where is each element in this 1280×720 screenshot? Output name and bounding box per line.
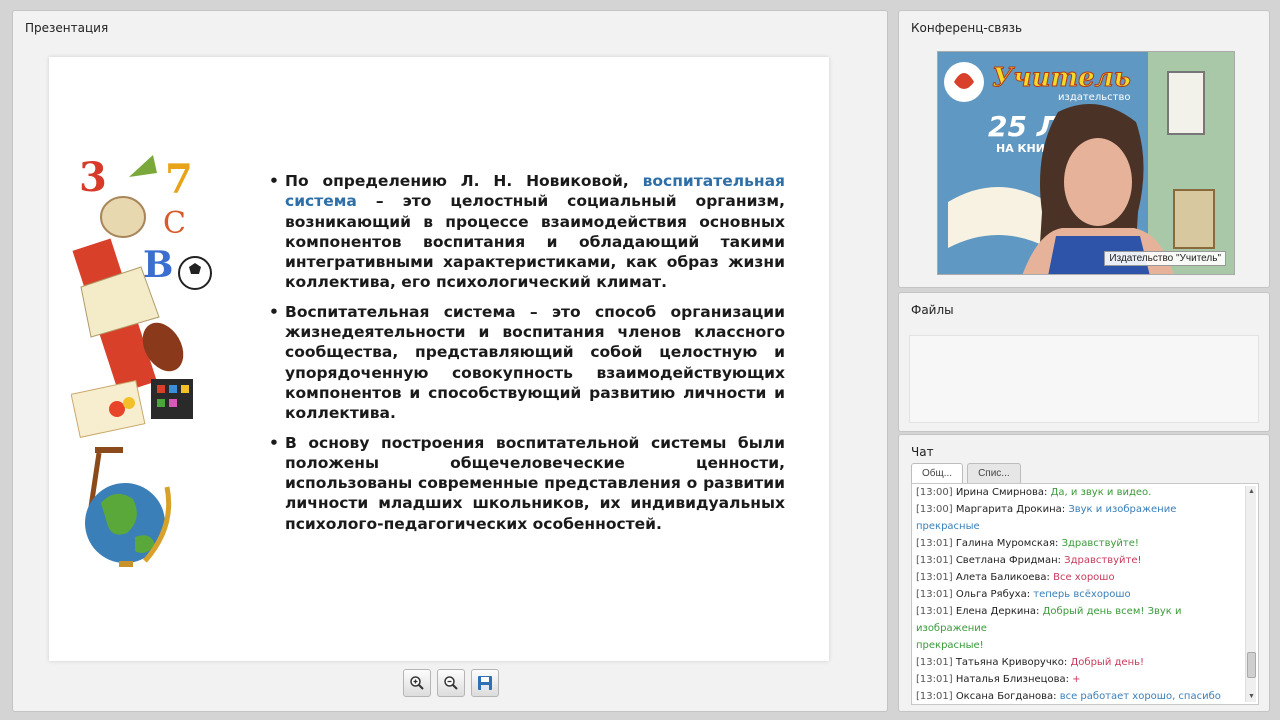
chat-message: [13:00] Маргарита Дрокина: Звук и изобра… bbox=[916, 501, 1242, 535]
message-author: Галина Муромская: bbox=[955, 538, 1059, 549]
presentation-title: Презентация bbox=[25, 21, 109, 35]
message-author: Татьяна Криворучко: bbox=[955, 657, 1068, 668]
chat-messages[interactable]: [13:00] Ирина Смирнова: Да, и звук и вид… bbox=[911, 483, 1259, 705]
chat-message: [13:01] Елена Деркина: Добрый день всем!… bbox=[916, 603, 1242, 637]
scroll-down-icon[interactable]: ▼ bbox=[1246, 691, 1257, 702]
chat-message: [13:01] Наталья Близнецова: + bbox=[916, 671, 1242, 688]
zoom-out-icon bbox=[444, 676, 458, 690]
zoom-out-button[interactable] bbox=[437, 669, 465, 697]
save-button[interactable] bbox=[471, 669, 499, 697]
files-title: Файлы bbox=[911, 303, 954, 317]
message-author: Светлана Фридман: bbox=[955, 555, 1061, 566]
message-author: Алета Баликоева: bbox=[955, 572, 1050, 583]
message-time: [13:01] bbox=[916, 674, 953, 685]
message-time: [13:00] bbox=[916, 504, 953, 515]
message-text: + bbox=[1072, 674, 1081, 685]
chat-message: [13:01] Алета Баликоева: Все хорошо bbox=[916, 569, 1242, 586]
message-author: Ирина Смирнова: bbox=[955, 487, 1048, 498]
chat-message: [13:01] Светлана Фридман: Здравствуйте! bbox=[916, 552, 1242, 569]
chat-title: Чат bbox=[911, 445, 934, 459]
message-text: прекрасные! bbox=[916, 640, 984, 651]
scroll-thumb[interactable] bbox=[1247, 652, 1256, 678]
message-text: все работает хорошо, спасибо bbox=[1059, 691, 1221, 702]
files-list[interactable] bbox=[909, 335, 1259, 423]
chat-scrollbar[interactable]: ▲ ▼ bbox=[1245, 486, 1256, 702]
chat-message: [13:01] Татьяна Криворучко: Добрый день! bbox=[916, 654, 1242, 671]
files-panel: Файлы bbox=[898, 292, 1270, 432]
bullet-1-after: – это целостный социальный организм, воз… bbox=[285, 192, 785, 292]
chat-message: [13:01] Галина Муромская: Здравствуйте! bbox=[916, 535, 1242, 552]
video-label: Издательство "Учитель" bbox=[1104, 251, 1226, 266]
tab-general[interactable]: Общ... bbox=[911, 463, 964, 483]
message-text: Добрый день! bbox=[1070, 657, 1145, 668]
illu-letter-7: 7 bbox=[165, 156, 193, 203]
video-frame: Учитель издательство 25 ЛЕТ НА КНИЖНОМ bbox=[938, 52, 1234, 274]
presentation-panel: Презентация 3 7 C B • По определению Л. … bbox=[12, 10, 888, 712]
chat-message-continued: прекрасные! bbox=[916, 637, 1242, 654]
chat-tabs: Общ... Спис... bbox=[911, 463, 1021, 483]
message-time: [13:01] bbox=[916, 691, 953, 702]
illu-letter-c: C bbox=[163, 206, 186, 241]
message-author: Елена Деркина: bbox=[955, 606, 1040, 617]
save-icon bbox=[478, 676, 492, 690]
conference-title: Конференц-связь bbox=[911, 21, 1023, 35]
message-text: Все хорошо bbox=[1053, 572, 1115, 583]
zoom-in-icon bbox=[410, 676, 424, 690]
scroll-up-icon[interactable]: ▲ bbox=[1246, 486, 1257, 497]
bullet-1-before: По определению Л. Н. Новиковой, bbox=[285, 172, 643, 190]
conference-panel: Конференц-связь Учитель издательство 25 … bbox=[898, 10, 1270, 288]
message-time: [13:01] bbox=[916, 589, 953, 600]
message-text: Здравствуйте! bbox=[1061, 538, 1139, 549]
illu-letter-b: B bbox=[143, 244, 173, 286]
slide-bullet-3: В основу построения воспитательной систе… bbox=[267, 433, 785, 534]
message-author: Оксана Богданова: bbox=[955, 691, 1057, 702]
zoom-in-button[interactable] bbox=[403, 669, 431, 697]
slide: 3 7 C B • По определению Л. Н. Новиковой… bbox=[49, 57, 829, 661]
message-time: [13:01] bbox=[916, 657, 953, 668]
chat-panel: Чат Общ... Спис... [13:00] Ирина Смирнов… bbox=[898, 434, 1270, 712]
chat-message: [13:01] Оксана Богданова: все работает х… bbox=[916, 688, 1242, 704]
message-text: теперь всёхорошо bbox=[1033, 589, 1131, 600]
message-text: Здравствуйте! bbox=[1064, 555, 1142, 566]
message-author: Ольга Рябуха: bbox=[955, 589, 1031, 600]
chat-message-list: [13:00] Ирина Смирнова: Да, и звук и вид… bbox=[916, 484, 1242, 704]
message-author: Маргарита Дрокина: bbox=[955, 504, 1066, 515]
message-text: Да, и звук и видео. bbox=[1050, 487, 1152, 498]
chat-message: [13:01] Ольга Рябуха: теперь всёхорошо bbox=[916, 586, 1242, 603]
video-feed[interactable]: Учитель издательство 25 ЛЕТ НА КНИЖНОМ И… bbox=[937, 51, 1235, 275]
message-time: [13:01] bbox=[916, 538, 953, 549]
message-time: [13:01] bbox=[916, 606, 953, 617]
slide-bullet-1: По определению Л. Н. Новиковой, воспитат… bbox=[267, 171, 785, 293]
message-time: [13:01] bbox=[916, 555, 953, 566]
message-time: [13:01] bbox=[916, 572, 953, 583]
illu-letter-3: 3 bbox=[79, 154, 107, 201]
slide-text: По определению Л. Н. Новиковой, воспитат… bbox=[267, 171, 785, 543]
banner-sub: издательство bbox=[1058, 92, 1130, 103]
school-illustration: 3 7 C B bbox=[71, 154, 212, 567]
message-author: Наталья Близнецова: bbox=[955, 674, 1069, 685]
chat-message: [13:00] Ирина Смирнова: Да, и звук и вид… bbox=[916, 484, 1242, 501]
tab-list[interactable]: Спис... bbox=[967, 463, 1021, 483]
banner-brand: Учитель bbox=[992, 63, 1131, 93]
message-time: [13:00] bbox=[916, 487, 953, 498]
presentation-toolbar bbox=[403, 669, 499, 697]
slide-bullet-2: Воспитательная система – это способ орга… bbox=[267, 302, 785, 424]
